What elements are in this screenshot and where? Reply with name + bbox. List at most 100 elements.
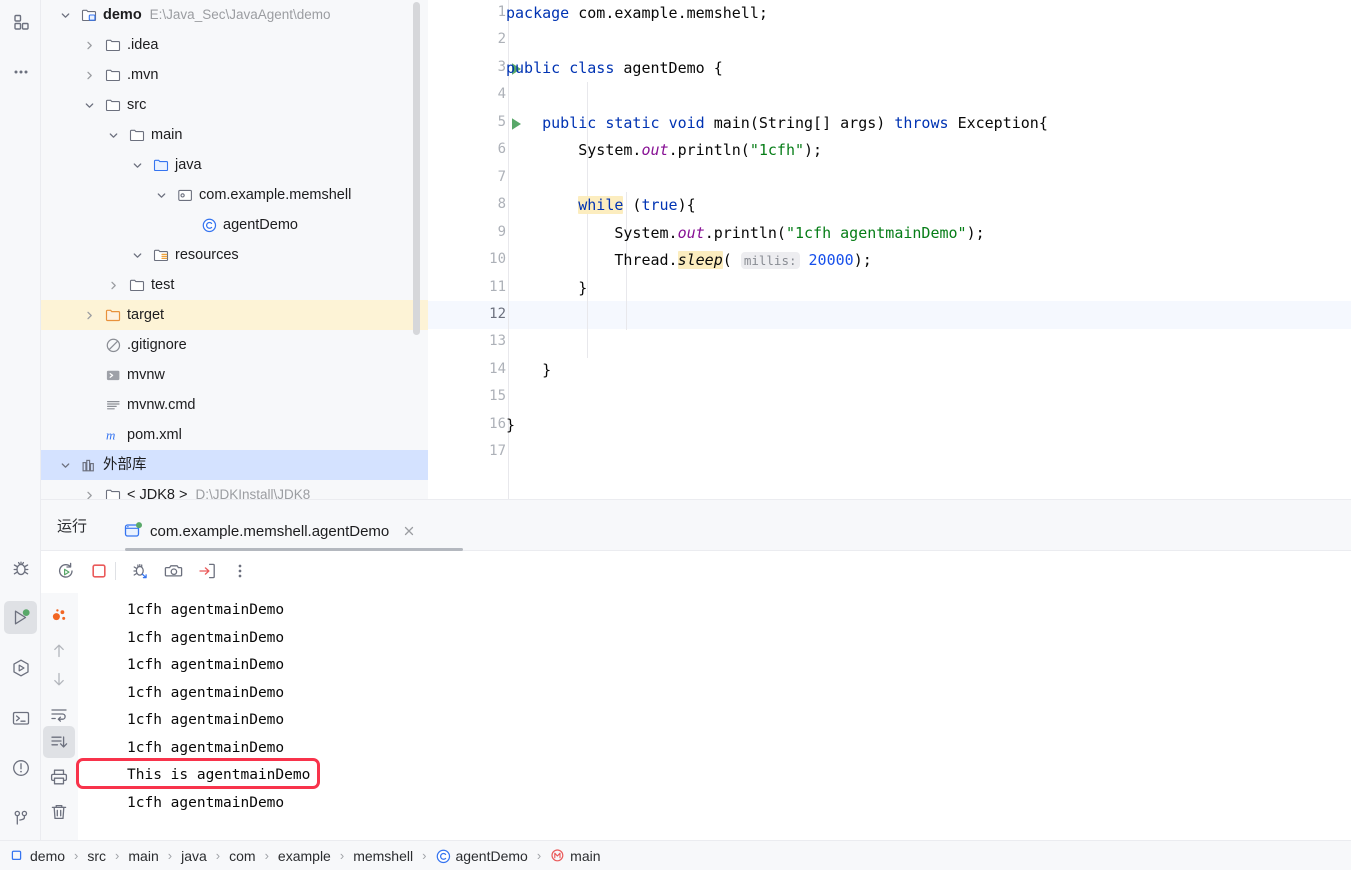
- tree-row-mvnw[interactable]: mvnw: [41, 360, 428, 390]
- problems-icon[interactable]: [4, 751, 37, 784]
- chevron-right-icon[interactable]: [107, 279, 120, 292]
- scroll-to-end-icon[interactable]: [43, 726, 75, 758]
- terminal-icon[interactable]: [4, 701, 37, 734]
- code-line-16: }: [506, 416, 515, 434]
- tree-row-外部库[interactable]: 外部库: [41, 450, 428, 480]
- code-line-9: System.out.println("1cfh agentmainDemo")…: [506, 224, 984, 242]
- breadcrumb-label: memshell: [353, 847, 414, 864]
- attach-debugger-button[interactable]: [125, 555, 157, 587]
- breadcrumb-item-main[interactable]: main: [550, 847, 601, 864]
- class-name: agentDemo {: [623, 59, 723, 77]
- tree-row-path: D:\JDKInstall\JDK8: [195, 487, 311, 499]
- tree-row-mvnw.cmd[interactable]: mvnw.cmd: [41, 390, 428, 420]
- chevron-down-icon[interactable]: [59, 9, 72, 22]
- tree-row-src[interactable]: src: [41, 90, 428, 120]
- tree-row-.idea[interactable]: .idea: [41, 30, 428, 60]
- tree-row-label: .mvn: [127, 67, 159, 83]
- tree-row-target[interactable]: target: [41, 300, 428, 330]
- code-editor[interactable]: 1 2 3 4 5 6 7 8 9 10 11 12 13 14 15 16 17 package com.ex…: [428, 0, 1351, 499]
- tree-row-com.example.memshell[interactable]: com.example.memshell: [41, 180, 428, 210]
- no-chevron: [83, 429, 96, 442]
- chevron-right-icon[interactable]: [83, 69, 96, 82]
- line-number-8: 8: [497, 196, 506, 213]
- export-thread-dump-button[interactable]: [191, 555, 223, 587]
- breadcrumb-item-main[interactable]: main: [128, 848, 158, 864]
- code-line-5: public static void main(String[] args) t…: [506, 114, 1048, 132]
- no-chevron: [83, 369, 96, 382]
- method-signature: main(String[] args): [713, 114, 886, 132]
- down-arrow-icon[interactable]: [43, 663, 75, 695]
- tree-row-label: agentDemo: [223, 217, 298, 233]
- line-number-11: 11: [489, 278, 506, 295]
- run-window-title: 运行: [57, 518, 88, 535]
- run-configuration-tab[interactable]: com.example.memshell.agentDemo: [124, 512, 416, 550]
- breadcrumb-item-agentdemo[interactable]: agentDemo: [435, 848, 528, 864]
- run-toolbar: [41, 551, 1351, 593]
- code-line-6: System.out.println("1cfh");: [506, 141, 822, 159]
- tree-row-demo[interactable]: demo E:\Java_Sec\JavaAgent\demo: [41, 0, 428, 30]
- tree-row-pom.xml[interactable]: m pom.xml: [41, 420, 428, 450]
- string-literal: "1cfh agentmainDemo": [785, 224, 967, 242]
- tree-row-label: .idea: [127, 37, 159, 53]
- package-icon: [177, 187, 194, 204]
- breadcrumb-item-java[interactable]: java: [181, 848, 207, 864]
- line-number-3: 3: [497, 58, 506, 75]
- services-icon[interactable]: [4, 651, 37, 684]
- console-line: 1cfh agentmainDemo: [127, 739, 285, 756]
- line-number-17: 17: [489, 443, 506, 460]
- breadcrumb[interactable]: demo › src › main › java › com › example › memshell ›…: [0, 840, 1351, 870]
- breadcrumb-item-example[interactable]: example: [278, 848, 331, 864]
- sleep-method: sleep: [677, 251, 723, 269]
- more-icon[interactable]: [4, 55, 37, 88]
- line-number-13: 13: [489, 333, 506, 350]
- console-line: 1cfh agentmainDemo: [127, 602, 285, 618]
- tree-row-label: mvnw.cmd: [127, 397, 196, 413]
- debug-icon[interactable]: [4, 551, 37, 584]
- tree-row-label: main: [151, 127, 183, 143]
- tree-row-.gitignore[interactable]: .gitignore: [41, 330, 428, 360]
- close-icon[interactable]: [402, 524, 416, 538]
- breadcrumb-label: java: [181, 847, 207, 864]
- project-tree-panel[interactable]: demo E:\Java_Sec\JavaAgent\demo .idea .mvn s…: [41, 0, 428, 499]
- tree-row-label: pom.xml: [127, 427, 182, 443]
- breadcrumb-item-memshell[interactable]: memshell: [353, 848, 413, 864]
- clear-all-icon[interactable]: [43, 796, 75, 828]
- console-output[interactable]: 1cfh agentmainDemo 1cfh agentmainDemo 1cfh…: [78, 593, 1351, 841]
- chevron-down-icon[interactable]: [131, 249, 144, 262]
- chevron-down-icon[interactable]: [83, 99, 96, 112]
- tree-row-.mvn[interactable]: .mvn: [41, 60, 428, 90]
- tree-row-main[interactable]: main: [41, 120, 428, 150]
- breadcrumb-separator: ›: [422, 848, 427, 863]
- print-icon[interactable]: [43, 761, 75, 793]
- chevron-down-icon[interactable]: [107, 129, 120, 142]
- chevron-down-icon[interactable]: [131, 159, 144, 172]
- run-icon[interactable]: [4, 601, 37, 634]
- breadcrumb-item-demo[interactable]: demo: [10, 848, 65, 864]
- git-icon[interactable]: [4, 801, 37, 834]
- more-options-button[interactable]: [224, 555, 256, 587]
- chevron-right-icon[interactable]: [83, 309, 96, 322]
- breadcrumb-item-com[interactable]: com: [229, 848, 255, 864]
- project-icon[interactable]: [4, 5, 37, 38]
- breadcrumb-label: main: [570, 847, 601, 864]
- rerun-button[interactable]: [50, 555, 82, 587]
- chevron-down-icon[interactable]: [59, 459, 72, 472]
- out-field: out: [677, 224, 705, 242]
- breadcrumb-item-src[interactable]: src: [87, 848, 106, 864]
- stmt-end: );: [804, 141, 823, 159]
- resources-folder-icon: [153, 247, 170, 264]
- analyze-threads-icon[interactable]: [43, 600, 75, 632]
- tree-row-test[interactable]: test: [41, 270, 428, 300]
- chevron-right-icon[interactable]: [83, 489, 96, 500]
- tree-scrollbar[interactable]: [413, 2, 420, 335]
- tree-row-resources[interactable]: resources: [41, 240, 428, 270]
- screenshot-button[interactable]: [158, 555, 190, 587]
- shell-script-icon: [105, 367, 122, 384]
- line-number-1: 1: [497, 4, 506, 20]
- chevron-right-icon[interactable]: [83, 39, 96, 52]
- tree-row-java[interactable]: java: [41, 150, 428, 180]
- chevron-down-icon[interactable]: [155, 189, 168, 202]
- tree-row-agentdemo[interactable]: agentDemo: [41, 210, 428, 240]
- tree-row--jdk8-[interactable]: < JDK8 > D:\JDKInstall\JDK8: [41, 480, 428, 499]
- stop-button[interactable]: [83, 555, 115, 587]
